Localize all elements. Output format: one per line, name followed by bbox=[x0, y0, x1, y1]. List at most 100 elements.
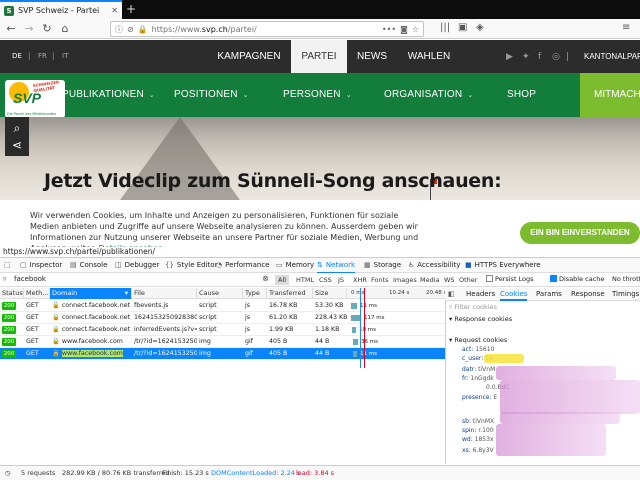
pocket-icon[interactable]: ◙ bbox=[400, 25, 408, 34]
table-row[interactable]: 200 GET 🔒 connect.facebook.net fbevents.js sc… bbox=[0, 300, 445, 312]
tracking-icon[interactable]: ⊘ bbox=[127, 25, 134, 34]
tool-accessibility[interactable]: ♿ Accessibility bbox=[408, 258, 460, 274]
page-actions-icon[interactable]: ••• bbox=[382, 25, 396, 34]
lang-de[interactable]: DE bbox=[12, 52, 22, 60]
menu-icon[interactable]: ≡ bbox=[622, 22, 630, 33]
clear-filter-icon[interactable]: ⊗ bbox=[262, 274, 269, 283]
tool-debugger[interactable]: ◫ Debugger bbox=[115, 258, 159, 274]
nav-wahlen[interactable]: WAHLEN bbox=[398, 40, 460, 73]
nav-kampagnen[interactable]: KAMPAGNEN bbox=[207, 40, 291, 73]
cookie-entry[interactable]: xs: 6.8y3V bbox=[462, 447, 494, 454]
col-status[interactable]: Status bbox=[0, 288, 24, 299]
cell-cause: script bbox=[199, 326, 217, 333]
info-icon[interactable]: ⓘ bbox=[115, 24, 123, 35]
https-everywhere-icon: ■ bbox=[465, 261, 472, 269]
col-domain[interactable]: Domain ▾ bbox=[50, 288, 132, 299]
col-type[interactable]: Type bbox=[243, 288, 267, 299]
cookie-key: presence: bbox=[462, 394, 492, 401]
extension-icon[interactable]: ◈ bbox=[476, 22, 484, 33]
browser-tab[interactable]: S SVP Schweiz - Partei ✕ bbox=[0, 0, 122, 19]
type-xhr[interactable]: XHR bbox=[350, 275, 370, 285]
twitter-icon[interactable]: ✦ bbox=[522, 52, 530, 62]
nav-personen[interactable]: PERSONEN ⌄ bbox=[283, 73, 352, 117]
tool-https-everywhere[interactable]: ■ HTTPS Everywhere bbox=[465, 258, 541, 274]
bookmark-star-icon[interactable]: ☆ bbox=[412, 25, 419, 34]
cookie-accept-button[interactable]: EIN BIN EINVERSTANDEN bbox=[520, 222, 640, 244]
filter-url-input[interactable]: facebook bbox=[14, 275, 46, 283]
tab-timings[interactable]: Timings bbox=[612, 288, 639, 301]
type-other[interactable]: Other bbox=[456, 275, 480, 285]
pick-element-icon[interactable]: ⬚ bbox=[4, 258, 11, 274]
cookie-entry[interactable]: sb: tiVnMX bbox=[462, 418, 494, 425]
lang-it[interactable]: IT bbox=[62, 52, 68, 60]
home-icon[interactable]: ⌂ bbox=[58, 22, 72, 36]
youtube-icon[interactable]: ▶ bbox=[506, 52, 513, 62]
col-size[interactable]: Size bbox=[313, 288, 347, 299]
throttling-select[interactable]: No throttlin bbox=[612, 275, 640, 283]
share-icon[interactable]: ⋖ bbox=[5, 134, 29, 156]
mitmach-button[interactable]: MITMACH bbox=[580, 73, 640, 117]
disable-cache-checkbox[interactable]: Disable cache bbox=[550, 275, 604, 283]
lock-icon[interactable]: 🔒 bbox=[138, 25, 148, 34]
type-media[interactable]: Media bbox=[417, 275, 443, 285]
kantonalpartei-link[interactable]: KANTONALPARTEI bbox=[584, 52, 640, 61]
table-row[interactable]: 200 GET 🔒 www.facebook.com/tr/?id=162415325… bbox=[0, 336, 445, 348]
tab-headers[interactable]: Headers bbox=[466, 288, 495, 301]
persist-logs-checkbox[interactable]: Persist Logs bbox=[486, 275, 534, 283]
tab-params[interactable]: Params bbox=[536, 288, 562, 301]
nav-partei[interactable]: PARTEI bbox=[291, 40, 347, 73]
forward-icon[interactable]: → bbox=[22, 22, 36, 36]
cookie-entry[interactable]: wd: 1853x bbox=[462, 436, 494, 443]
col-cause[interactable]: Cause bbox=[197, 288, 243, 299]
tool-console[interactable]: ▤ Console bbox=[70, 258, 107, 274]
table-row[interactable]: 200 GET 🔒 connect.facebook.net inferredEvent… bbox=[0, 324, 445, 336]
new-tab-button[interactable]: + bbox=[124, 2, 138, 16]
tab-cookies[interactable]: Cookies bbox=[500, 288, 528, 301]
cookie-entry[interactable]: spin: r.100 bbox=[462, 427, 494, 434]
cookie-entry[interactable]: datr: tiVnM bbox=[462, 366, 495, 373]
nav-organisation[interactable]: ORGANISATION ⌄ bbox=[384, 73, 473, 117]
url-bar[interactable]: ⓘ ⊘ 🔒 https://www.svp.ch/partei/ ••• ◙ ☆ bbox=[110, 21, 424, 37]
type-images[interactable]: Images bbox=[390, 275, 420, 285]
filter-cookies-input[interactable]: ▿ Filter cookies bbox=[449, 303, 497, 311]
nav-positionen[interactable]: POSITIONEN ⌄ bbox=[174, 73, 249, 117]
type-css[interactable]: CSS bbox=[316, 275, 335, 285]
tool-style-editor[interactable]: {} Style Editor bbox=[165, 258, 217, 274]
col-transferred[interactable]: Transferred bbox=[267, 288, 313, 299]
tab-response[interactable]: Response bbox=[571, 288, 605, 301]
facebook-icon[interactable]: f bbox=[538, 52, 541, 62]
cell-domain: 🔒 connect.facebook.net bbox=[50, 324, 132, 336]
nav-shop[interactable]: SHOP bbox=[507, 73, 536, 117]
cookie-entry[interactable]: presence: E bbox=[462, 394, 497, 401]
reload-icon[interactable]: ↻ bbox=[40, 22, 54, 36]
col-method[interactable]: Meth… bbox=[24, 288, 50, 299]
lang-fr[interactable]: FR bbox=[38, 52, 47, 60]
tool-inspector[interactable]: ▢ Inspector bbox=[20, 258, 62, 274]
table-row[interactable]: 200 GET 🔒 connect.facebook.net 1624153250928… bbox=[0, 312, 445, 324]
cookie-entry[interactable]: act: 15610 bbox=[462, 346, 494, 353]
nav-publikationen[interactable]: PUBLIKATIONEN ⌄ bbox=[62, 73, 155, 117]
table-row[interactable]: 200 GET 🔒 www.facebook.com/tr/?id=162415325… bbox=[0, 348, 445, 360]
cell-size: 1.18 KB bbox=[315, 326, 340, 333]
response-cookies-section[interactable]: ▾ Response cookies bbox=[449, 315, 512, 323]
tool-network[interactable]: ⇅ Network bbox=[317, 258, 356, 274]
type-fonts[interactable]: Fonts bbox=[368, 275, 392, 285]
nav-news[interactable]: NEWS bbox=[349, 40, 395, 73]
type-js[interactable]: JS bbox=[335, 275, 347, 285]
back-icon[interactable]: ← bbox=[4, 22, 18, 36]
instagram-icon[interactable]: ◎ bbox=[552, 52, 560, 62]
tab-close-icon[interactable]: ✕ bbox=[111, 6, 118, 15]
tool-storage[interactable]: ▦ Storage bbox=[364, 258, 401, 274]
tool-memory[interactable]: ▭ Memory bbox=[276, 258, 314, 274]
col-file[interactable]: File bbox=[132, 288, 197, 299]
type-all[interactable]: All bbox=[275, 275, 290, 285]
request-cookies-section[interactable]: ▾ Request cookies bbox=[449, 336, 507, 344]
library-icon[interactable]: ||| bbox=[440, 22, 450, 33]
svp-logo[interactable]: SVP SCHWEIZER QUALITÄT Die Partei des Mi… bbox=[5, 79, 65, 118]
toggle-panel-icon[interactable]: ◧ bbox=[448, 290, 455, 298]
type-html[interactable]: HTML bbox=[293, 275, 317, 285]
cookie-entry[interactable]: fr: 1nGgdk bbox=[462, 375, 494, 382]
sidebar-icon[interactable]: ▣ bbox=[458, 22, 467, 33]
tool-performance[interactable]: ◔ Performance bbox=[216, 258, 269, 274]
redaction-blur bbox=[500, 380, 640, 414]
